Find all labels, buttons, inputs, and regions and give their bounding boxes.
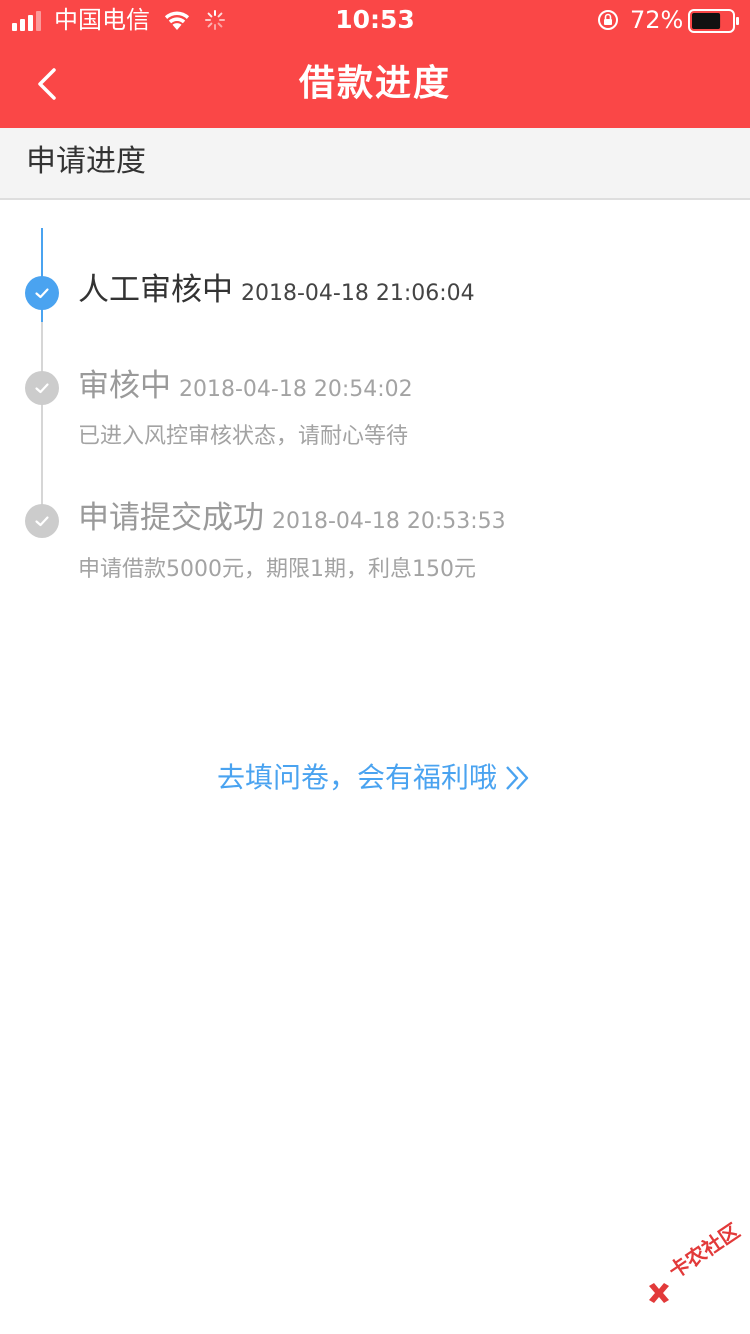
rotation-lock-icon	[598, 10, 618, 30]
watermark-logo: 卡农社区	[642, 1219, 748, 1316]
check-icon	[25, 371, 59, 405]
logo-mark-icon	[649, 1283, 669, 1303]
watermark-text: 卡农社区	[664, 1218, 744, 1284]
check-icon	[25, 504, 59, 538]
status-bar: 中国电信 10:53 72%	[0, 0, 750, 40]
step-title-row: 申请提交成功 2018-04-18 20:53:53	[78, 498, 506, 542]
header: 中国电信 10:53 72% 借款进度	[0, 0, 750, 128]
section-title: 申请进度	[26, 144, 146, 179]
step-description: 申请借款5000元，期限1期，利息150元	[78, 557, 476, 582]
step-description: 已进入风控审核状态，请耐心等待	[78, 424, 409, 449]
step-title: 审核中	[78, 368, 171, 404]
survey-link[interactable]: 去填问卷，会有福利哦	[0, 756, 750, 800]
step-title: 申请提交成功	[78, 500, 264, 536]
progress-timeline: 人工审核中 2018-04-18 21:06:04 审核中 2018-04-18 2…	[0, 200, 750, 620]
step-time: 2018-04-18 21:06:04	[241, 281, 475, 306]
check-icon	[25, 276, 59, 310]
double-chevron-right-icon	[506, 766, 529, 790]
section-header: 申请进度	[0, 128, 750, 200]
timeline-line	[41, 322, 43, 522]
page-title: 借款进度	[298, 63, 451, 104]
nav-bar: 借款进度	[0, 40, 750, 128]
battery-percent: 72%	[630, 6, 684, 34]
survey-link-label: 去填问卷，会有福利哦	[216, 761, 497, 794]
step-time: 2018-04-18 20:54:02	[179, 377, 413, 402]
battery-icon	[688, 9, 739, 33]
step-title: 人工审核中	[78, 272, 233, 308]
step-title-row: 人工审核中 2018-04-18 21:06:04	[78, 270, 475, 314]
step-time: 2018-04-18 20:53:53	[272, 509, 506, 534]
step-title-row: 审核中 2018-04-18 20:54:02	[78, 366, 413, 410]
